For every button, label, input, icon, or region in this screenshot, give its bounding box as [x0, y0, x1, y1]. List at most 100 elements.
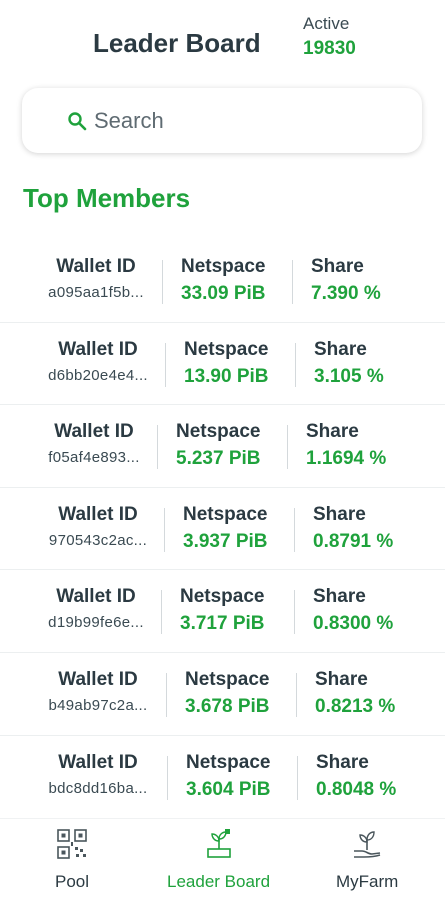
- member-row[interactable]: Wallet ID f05af4e893... Netspace 5.237 PiB S…: [0, 405, 445, 488]
- wallet-id: f05af4e893...: [48, 449, 140, 467]
- column-divider: [157, 425, 158, 470]
- bottom-nav: Pool Leader Board MyFarm: [0, 818, 445, 900]
- share-value: 0.8791 %: [313, 530, 394, 552]
- column-divider: [296, 672, 297, 717]
- members-list: Wallet ID a095aa1f5b... Netspace 33.09 PiB S…: [0, 240, 445, 818]
- netspace-label: Netspace: [181, 256, 266, 277]
- column-divider: [164, 507, 165, 552]
- active-counter: Active 19830: [303, 14, 356, 60]
- nav-label-myfarm: MyFarm: [336, 872, 399, 891]
- share-cell: Share 7.390 %: [311, 256, 381, 305]
- share-value: 0.8300 %: [313, 613, 394, 635]
- wallet-label: Wallet ID: [58, 668, 138, 690]
- share-label: Share: [311, 256, 364, 277]
- column-divider: [294, 507, 295, 552]
- netspace-cell: Netspace 13.90 PiB: [184, 339, 269, 388]
- wallet-id: d19b99fe6e...: [48, 614, 144, 632]
- share-cell: Share 0.8048 %: [316, 752, 396, 801]
- share-label: Share: [316, 751, 369, 773]
- share-label: Share: [315, 668, 368, 690]
- qr-code-icon: [57, 829, 87, 859]
- column-divider: [161, 590, 162, 635]
- share-value: 0.8213 %: [315, 695, 396, 717]
- wallet-label: Wallet ID: [58, 503, 138, 525]
- netspace-label: Netspace: [176, 421, 261, 443]
- netspace-value: 3.678 PiB: [185, 695, 270, 717]
- column-divider: [297, 755, 298, 800]
- wallet-cell: Wallet ID d6bb20e4e4...: [32, 339, 164, 384]
- netspace-label: Netspace: [183, 503, 268, 525]
- netspace-cell: Netspace 5.237 PiB: [176, 421, 261, 470]
- netspace-label: Netspace: [184, 338, 269, 360]
- share-label: Share: [306, 421, 359, 443]
- wallet-id: a095aa1f5b...: [48, 284, 144, 301]
- share-cell: Share 0.8213 %: [315, 669, 395, 718]
- wallet-cell: Wallet ID 970543c2ac...: [32, 504, 164, 549]
- netspace-label: Netspace: [185, 668, 270, 690]
- member-row[interactable]: Wallet ID b49ab97c2a... Netspace 3.678 PiB S…: [0, 653, 445, 736]
- wallet-id: b49ab97c2a...: [48, 696, 148, 714]
- wallet-label: Wallet ID: [56, 586, 136, 608]
- member-row[interactable]: Wallet ID 970543c2ac... Netspace 3.937 PiB S…: [0, 488, 445, 571]
- netspace-cell: Netspace 33.09 PiB: [181, 256, 266, 305]
- wallet-id: d6bb20e4e4...: [48, 366, 148, 384]
- active-count: 19830: [303, 38, 356, 59]
- leaderboard-plant-icon: [206, 829, 231, 858]
- share-cell: Share 3.105 %: [314, 339, 384, 388]
- share-label: Share: [313, 586, 366, 608]
- search-input[interactable]: [94, 102, 394, 140]
- wallet-cell: Wallet ID f05af4e893...: [28, 421, 160, 466]
- wallet-id: bdc8dd16ba...: [48, 779, 148, 797]
- netspace-value: 3.717 PiB: [180, 613, 265, 635]
- wallet-cell: Wallet ID d19b99fe6e...: [30, 586, 162, 631]
- wallet-cell: Wallet ID b49ab97c2a...: [32, 669, 164, 714]
- share-value: 1.1694 %: [306, 448, 387, 470]
- column-divider: [287, 425, 288, 470]
- section-title: Top Members: [23, 183, 191, 213]
- column-divider: [295, 342, 296, 387]
- member-row[interactable]: Wallet ID bdc8dd16ba... Netspace 3.604 PiB S…: [0, 736, 445, 819]
- wallet-cell: Wallet ID a095aa1f5b...: [30, 256, 162, 301]
- share-cell: Share 0.8791 %: [313, 504, 393, 553]
- share-cell: Share 1.1694 %: [306, 421, 386, 470]
- member-row[interactable]: Wallet ID d19b99fe6e... Netspace 3.717 PiB S…: [0, 570, 445, 653]
- netspace-value: 3.604 PiB: [186, 778, 271, 800]
- nav-label-leaderboard: Leader Board: [167, 872, 271, 891]
- netspace-value: 33.09 PiB: [181, 283, 266, 304]
- search-icon: [68, 112, 87, 131]
- active-label: Active: [303, 14, 350, 33]
- wallet-label: Wallet ID: [58, 751, 138, 773]
- column-divider: [165, 342, 166, 387]
- share-value: 3.105 %: [314, 365, 384, 387]
- wallet-label: Wallet ID: [56, 256, 136, 277]
- header: Leader Board Active 19830: [0, 0, 445, 80]
- netspace-value: 5.237 PiB: [176, 448, 261, 470]
- nav-label-pool: Pool: [55, 872, 90, 891]
- member-row[interactable]: Wallet ID a095aa1f5b... Netspace 33.09 PiB S…: [0, 240, 445, 323]
- netspace-label: Netspace: [186, 751, 271, 773]
- wallet-cell: Wallet ID bdc8dd16ba...: [32, 752, 164, 797]
- netspace-label: Netspace: [180, 586, 265, 608]
- column-divider: [166, 672, 167, 717]
- share-label: Share: [314, 338, 367, 360]
- nav-item-leaderboard[interactable]: Leader Board: [167, 827, 270, 892]
- netspace-cell: Netspace 3.717 PiB: [180, 586, 265, 635]
- hand-sprout-icon: [354, 831, 381, 858]
- netspace-value: 3.937 PiB: [183, 530, 268, 552]
- netspace-cell: Netspace 3.604 PiB: [186, 752, 271, 801]
- column-divider: [292, 260, 293, 304]
- share-value: 7.390 %: [311, 283, 381, 304]
- member-row[interactable]: Wallet ID d6bb20e4e4... Netspace 13.90 PiB S…: [0, 323, 445, 406]
- column-divider: [162, 260, 163, 304]
- wallet-label: Wallet ID: [54, 421, 134, 443]
- share-value: 0.8048 %: [316, 778, 397, 800]
- nav-item-pool[interactable]: Pool: [55, 827, 89, 892]
- nav-item-myfarm[interactable]: MyFarm: [336, 827, 398, 892]
- netspace-value: 13.90 PiB: [184, 365, 269, 387]
- page-title: Leader Board: [93, 28, 261, 58]
- column-divider: [167, 755, 168, 800]
- netspace-cell: Netspace 3.937 PiB: [183, 504, 268, 553]
- search-bar[interactable]: [22, 88, 422, 153]
- share-label: Share: [313, 503, 366, 525]
- wallet-label: Wallet ID: [58, 338, 138, 360]
